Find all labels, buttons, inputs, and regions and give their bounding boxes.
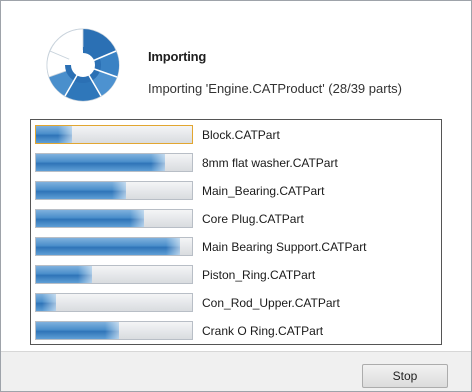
progress-fill: [36, 266, 93, 283]
progress-fill: [36, 210, 144, 227]
part-name: Crank O Ring.CATPart: [202, 324, 324, 338]
part-name: 8mm flat washer.CATPart: [202, 156, 338, 170]
progress-bar: [35, 237, 193, 256]
progress-fill: [36, 182, 127, 199]
progress-bar: [35, 153, 193, 172]
progress-bar: [35, 209, 193, 228]
parts-progress-list[interactable]: Block.CATPart 8mm flat washer.CATPart Ma…: [30, 119, 442, 345]
progress-bar: [35, 181, 193, 200]
progress-fill: [36, 154, 166, 171]
import-status-text: Importing 'Engine.CATProduct' (28/39 par…: [148, 81, 403, 96]
list-item: Core Plug.CATPart: [35, 206, 437, 234]
import-progress-wheel-icon: [46, 28, 120, 102]
list-item: Con_Rod_Upper.CATPart: [35, 290, 437, 318]
dialog-title: Importing: [148, 49, 207, 64]
part-name: Core Plug.CATPart: [202, 212, 304, 226]
list-item: Main Bearing Support.CATPart: [35, 234, 437, 262]
list-item: Block.CATPart: [35, 122, 437, 150]
part-name: Block.CATPart: [202, 128, 280, 142]
progress-fill: [36, 322, 119, 339]
stop-button[interactable]: Stop: [362, 364, 448, 388]
list-item: Crank O Ring.CATPart: [35, 318, 437, 346]
list-item: Main_Bearing.CATPart: [35, 178, 437, 206]
list-item: 8mm flat washer.CATPart: [35, 150, 437, 178]
part-name: Piston_Ring.CATPart: [202, 268, 316, 282]
dialog-footer: Stop: [1, 351, 471, 391]
progress-fill: [36, 126, 72, 143]
part-name: Con_Rod_Upper.CATPart: [202, 296, 340, 310]
progress-bar: [35, 265, 193, 284]
progress-fill: [36, 238, 180, 255]
part-name: Main Bearing Support.CATPart: [202, 240, 367, 254]
progress-bar: [35, 321, 193, 340]
import-dialog: Importing Importing 'Engine.CATProduct' …: [0, 0, 472, 392]
progress-fill: [36, 294, 57, 311]
part-name: Main_Bearing.CATPart: [202, 184, 325, 198]
progress-bar: [35, 293, 193, 312]
list-item: Piston_Ring.CATPart: [35, 262, 437, 290]
progress-bar: [35, 125, 193, 144]
